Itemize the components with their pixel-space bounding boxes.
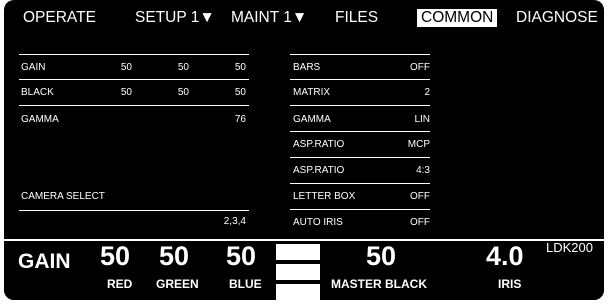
gain-title: GAIN — [18, 250, 71, 273]
iris-value: 4.0 — [486, 241, 524, 271]
asp-ratio-label: ASP.RATIO — [293, 139, 345, 150]
bars-value[interactable]: OFF — [390, 62, 430, 74]
gamma-mode-label: GAMMA — [293, 114, 331, 125]
divider — [19, 79, 249, 80]
bars-label: BARS — [293, 62, 321, 73]
asp-ratio-value[interactable]: 4:3 — [390, 165, 430, 177]
level-bar-segment — [276, 284, 320, 300]
red-value: 50 — [100, 241, 131, 271]
camera-select-value: 2,3,4 — [223, 216, 246, 227]
blue-value: 50 — [226, 241, 257, 271]
green-label: GREEN — [156, 277, 199, 291]
asp-ratio-label: ASP.RATIO — [293, 165, 345, 176]
divider — [290, 209, 430, 210]
letter-box-value[interactable]: OFF — [390, 191, 430, 203]
auto-iris-label: AUTO IRIS — [293, 217, 343, 228]
auto-iris-value[interactable]: OFF — [390, 217, 430, 229]
menu-files[interactable]: FILES — [335, 9, 378, 27]
divider — [19, 105, 249, 106]
camera-control-screen: OPERATE SETUP 1▼ MAINT 1▼ FILES COMMON D… — [4, 0, 604, 300]
black-green-value: 50 — [177, 87, 189, 98]
blue-label: BLUE — [229, 277, 262, 291]
divider — [19, 210, 249, 211]
black-label: BLACK — [21, 87, 54, 98]
divider — [290, 79, 430, 80]
menu-maint[interactable]: MAINT 1▼ — [231, 9, 307, 27]
green-value: 50 — [159, 241, 190, 271]
gamma-value: 76 — [234, 114, 246, 125]
model-label: LDK200 — [546, 240, 593, 255]
letter-box-label: LETTER BOX — [293, 191, 356, 202]
gain-red-value: 50 — [120, 62, 132, 73]
divider — [290, 54, 430, 55]
divider — [19, 54, 249, 55]
gain-green-value: 50 — [177, 62, 189, 73]
iris-label: IRIS — [498, 277, 522, 291]
master-black-label: MASTER BLACK — [331, 277, 427, 291]
master-black-value: 50 — [366, 241, 397, 271]
gain-label: GAIN — [21, 62, 46, 73]
black-red-value: 50 — [120, 87, 132, 98]
menu-common[interactable]: COMMON — [417, 9, 498, 27]
black-blue-value: 50 — [234, 87, 246, 98]
menu-setup[interactable]: SETUP 1▼ — [135, 9, 215, 27]
red-label: RED — [107, 277, 133, 291]
menu-diagnose[interactable]: DIAGNOSE — [516, 9, 598, 27]
status-panel: GAIN 50 RED 50 GREEN 50 BLUE 50 MASTER B… — [4, 239, 604, 300]
level-bar-segment — [276, 264, 320, 280]
gamma-mode-value[interactable]: LIN — [390, 114, 430, 126]
matrix-value[interactable]: 2 — [390, 87, 430, 99]
gain-blue-value: 50 — [234, 62, 246, 73]
divider — [290, 131, 430, 132]
divider — [290, 157, 430, 158]
camera-select-label: CAMERA SELECT — [21, 191, 105, 202]
divider — [290, 105, 430, 106]
gamma-label: GAMMA — [21, 114, 59, 125]
divider — [290, 183, 430, 184]
asp-ratio-value[interactable]: MCP — [390, 139, 430, 151]
matrix-label: MATRIX — [293, 87, 331, 98]
level-bar-segment — [276, 244, 320, 260]
menu-operate[interactable]: OPERATE — [23, 9, 96, 27]
